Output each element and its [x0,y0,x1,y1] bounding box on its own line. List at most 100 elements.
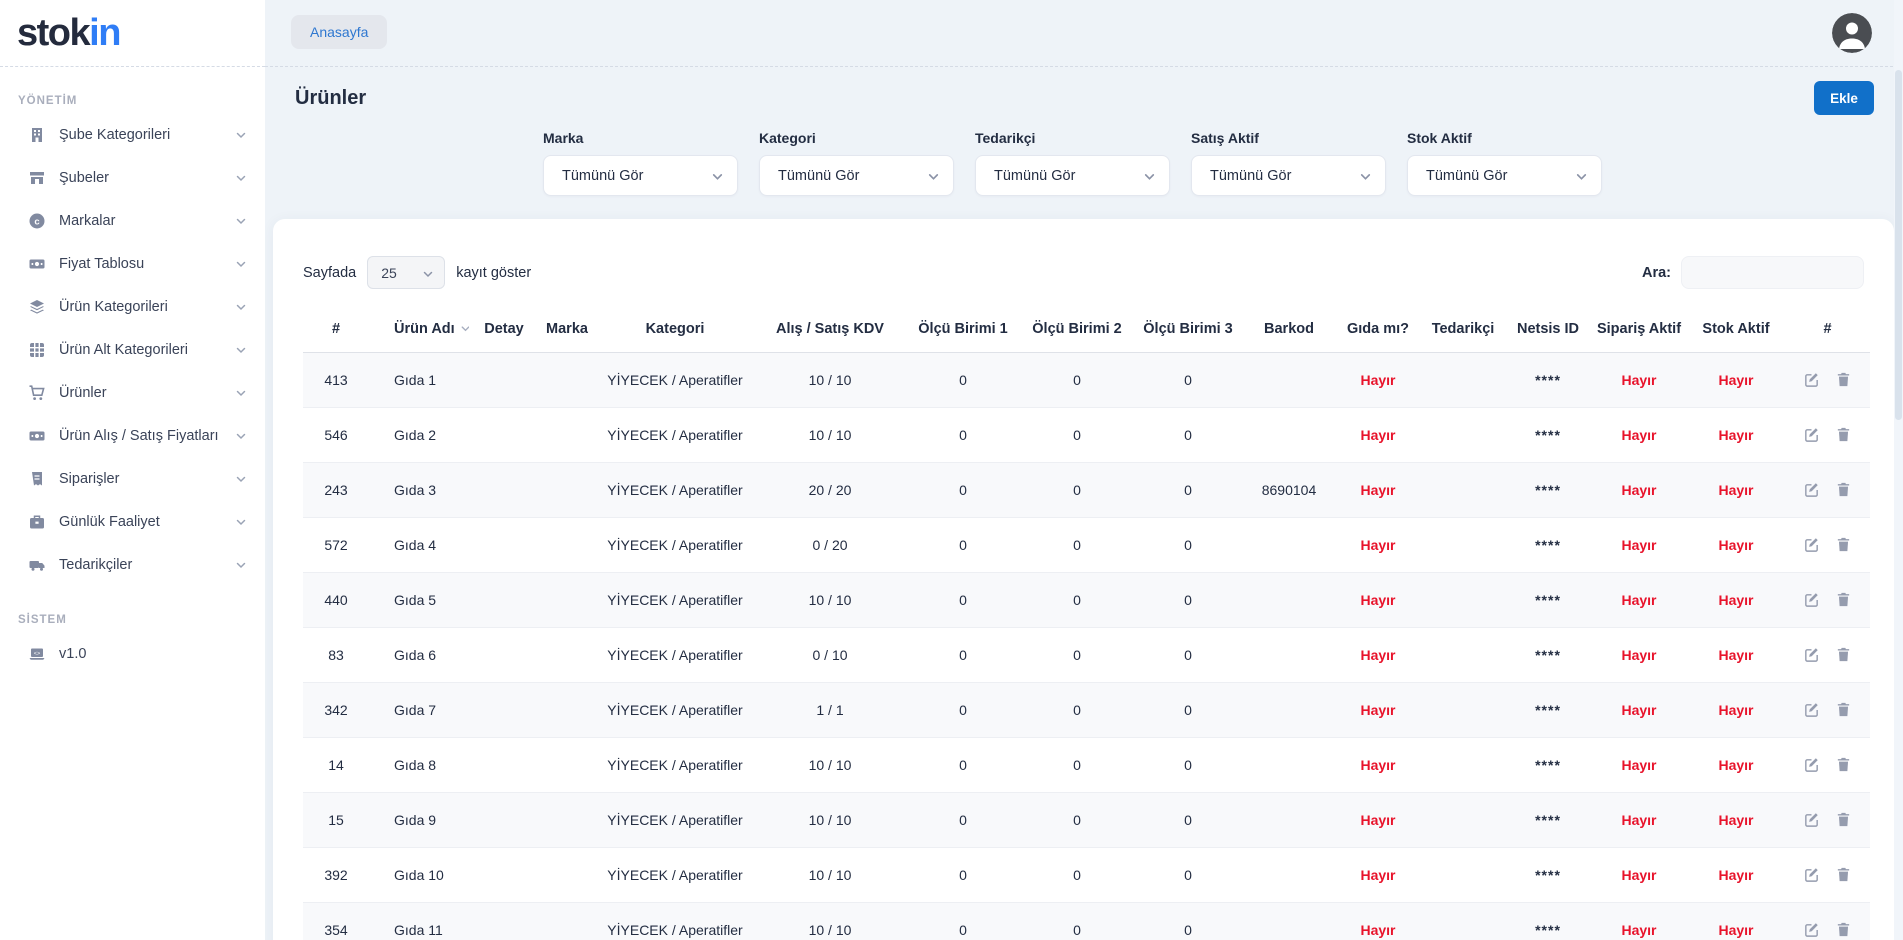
trash-icon[interactable] [1835,811,1852,828]
cell-id: 243 [303,462,369,517]
edit-icon[interactable] [1803,866,1820,883]
kategori-filter-select[interactable]: Tümünü Gör [759,155,954,196]
cell-detay [469,407,539,462]
edit-icon[interactable] [1803,811,1820,828]
cell-kdv: 20 / 20 [755,462,905,517]
sidebar-item-sube-kategorileri[interactable]: Şube Kategorileri [0,113,265,156]
cell-kategori: YİYECEK / Aperatifler [595,572,755,627]
cell-id: 342 [303,682,369,737]
trash-icon[interactable] [1835,701,1852,718]
edit-icon[interactable] [1803,371,1820,388]
user-avatar[interactable] [1832,13,1872,53]
edit-icon[interactable] [1803,481,1820,498]
col-header-kategori[interactable]: Kategori [595,306,755,352]
chevron-down-icon [235,473,247,485]
trash-icon[interactable] [1835,646,1852,663]
sidebar-item-label: Ürün Alış / Satış Fiyatları [59,428,235,444]
filter-select-value: Tümünü Gör [1426,168,1507,184]
cell-urun-adi: Gıda 3 [369,462,469,517]
col-header-stok[interactable]: Stok Aktif [1687,306,1785,352]
edit-icon[interactable] [1803,426,1820,443]
filter-label: Tedarikçi [975,130,1170,146]
trash-icon[interactable] [1835,371,1852,388]
edit-icon[interactable] [1803,701,1820,718]
sidebar-item-gunluk-faaliyet[interactable]: Günlük Faaliyet [0,500,265,543]
col-header-detay[interactable]: Detay [469,306,539,352]
vertical-scrollbar[interactable] [1894,0,1903,940]
cell-stok: Hayır [1687,572,1785,627]
sidebar-item-siparisler[interactable]: Siparişler [0,457,265,500]
cell-tedarikci [1421,847,1505,902]
col-header-siparis[interactable]: Sipariş Aktif [1591,306,1687,352]
edit-icon[interactable] [1803,591,1820,608]
cell-olcu2: 0 [1021,627,1133,682]
trash-icon[interactable] [1835,866,1852,883]
sidebar-item-subeler[interactable]: Şubeler [0,156,265,199]
trash-icon[interactable] [1835,536,1852,553]
sidebar-item-tedarikciler[interactable]: Tedarikçiler [0,543,265,586]
cell-id: 392 [303,847,369,902]
search-input[interactable] [1681,256,1864,289]
col-header-gida[interactable]: Gıda mı? [1335,306,1421,352]
edit-icon[interactable] [1803,536,1820,553]
sort-chevron-icon [460,322,469,333]
copyright-icon: c [28,212,46,230]
edit-icon[interactable] [1803,756,1820,773]
stok-aktif-filter-select[interactable]: Tümünü Gör [1407,155,1602,196]
sidebar-item-urun-fiyatlari[interactable]: Ürün Alış / Satış Fiyatları [0,414,265,457]
col-header-id[interactable]: # [303,306,369,352]
cell-kategori: YİYECEK / Aperatifler [595,462,755,517]
cell-tedarikci [1421,462,1505,517]
page-size-select[interactable]: 25 [367,256,445,289]
app-logo[interactable]: stokin [17,14,120,52]
cell-gida: Hayır [1335,627,1421,682]
edit-icon[interactable] [1803,921,1820,938]
col-header-tedarikci[interactable]: Tedarikçi [1421,306,1505,352]
search-control: Ara: [1642,256,1864,289]
home-button[interactable]: Anasayfa [291,15,387,49]
sidebar-item-urunler[interactable]: Ürünler [0,371,265,414]
sidebar-item-version[interactable]: <> v1.0 [0,632,265,675]
sidebar-item-label: v1.0 [59,646,247,662]
cell-urun-adi: Gıda 11 [369,902,469,940]
sidebar-item-fiyat-tablosu[interactable]: Fiyat Tablosu [0,242,265,285]
banknote-icon [28,427,46,445]
sidebar-item-urun-kategorileri[interactable]: Ürün Kategorileri [0,285,265,328]
cell-olcu1: 0 [905,627,1021,682]
cell-gida: Hayır [1335,407,1421,462]
trash-icon[interactable] [1835,921,1852,938]
col-header-kdv[interactable]: Alış / Satış KDV [755,306,905,352]
cell-marka [539,682,595,737]
nav-section-sistem: SİSTEM [0,614,265,632]
table-row: 392 Gıda 10 YİYECEK / Aperatifler 10 / 1… [303,847,1870,902]
col-header-barkod[interactable]: Barkod [1243,306,1335,352]
page-title: Ürünler [295,87,366,110]
col-header-olcu2[interactable]: Ölçü Birimi 2 [1021,306,1133,352]
logo-text-dark: stok [17,12,89,54]
add-button[interactable]: Ekle [1814,81,1874,115]
col-header-netsis[interactable]: Netsis ID [1505,306,1591,352]
sidebar-item-markalar[interactable]: c Markalar [0,199,265,242]
col-header-olcu1[interactable]: Ölçü Birimi 1 [905,306,1021,352]
col-header-urun-adi[interactable]: Ürün Adı [369,306,469,352]
sidebar-nav: YÖNETİM Şube Kategorileri Şubeler c Mark… [0,67,265,675]
sidebar-item-urun-alt-kategorileri[interactable]: Ürün Alt Kategorileri [0,328,265,371]
trash-icon[interactable] [1835,591,1852,608]
marka-filter-select[interactable]: Tümünü Gör [543,155,738,196]
sidebar-item-label: Fiyat Tablosu [59,256,235,272]
col-header-marka[interactable]: Marka [539,306,595,352]
cell-gida: Hayır [1335,902,1421,940]
scrollbar-thumb[interactable] [1895,70,1902,420]
trash-icon[interactable] [1835,426,1852,443]
table-header-row: # Ürün Adı Detay Marka Kategori Alış / S… [303,306,1870,352]
chevron-down-icon [1143,170,1156,183]
cell-siparis: Hayır [1591,737,1687,792]
cell-netsis: **** [1505,627,1591,682]
trash-icon[interactable] [1835,481,1852,498]
cell-barkod [1243,572,1335,627]
trash-icon[interactable] [1835,756,1852,773]
col-header-olcu3[interactable]: Ölçü Birimi 3 [1133,306,1243,352]
satis-aktif-filter-select[interactable]: Tümünü Gör [1191,155,1386,196]
edit-icon[interactable] [1803,646,1820,663]
tedarikci-filter-select[interactable]: Tümünü Gör [975,155,1170,196]
